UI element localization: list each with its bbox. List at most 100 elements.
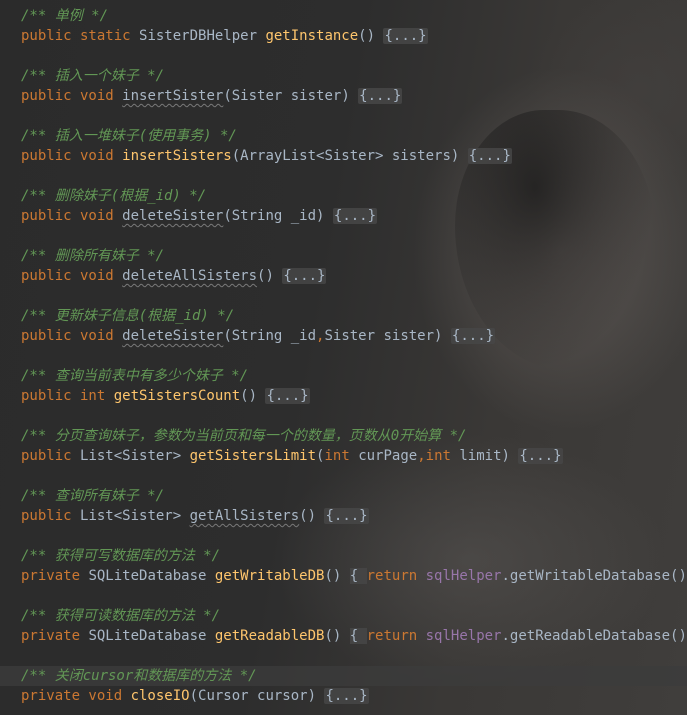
folded-block-toggle[interactable]: {...} (265, 388, 310, 404)
method-name: getSistersLimit (189, 448, 317, 464)
keyword-token: , (417, 448, 426, 464)
code-token: () (358, 28, 384, 44)
code-comment-line[interactable]: /** 关闭cursor和数据库的方法 */ (0, 666, 687, 686)
code-comment-line[interactable]: /** 更新妹子信息(根据_id) */ (0, 306, 687, 326)
field-token: sqlHelper (425, 568, 502, 584)
keyword-token: public (21, 448, 81, 464)
code-comment-line[interactable]: /** 插入一堆妹子(使用事务) */ (0, 126, 687, 146)
comment-text: /** 获得可写数据库的方法 */ (21, 548, 221, 564)
comment-text: /** 查询所有妹子 */ (21, 488, 165, 504)
folded-block-toggle[interactable]: {...} (450, 328, 496, 344)
comment-text: /** 获得可读数据库的方法 */ (21, 608, 221, 624)
comment-text: /** 分页查询妹子，参数为当前页和每一个的数量，页数从0开始算 */ (21, 428, 467, 444)
code-line[interactable]: public int getSistersCount() {...} (0, 386, 687, 406)
keyword-token: public void (21, 208, 123, 224)
keyword-token: public void (21, 328, 123, 344)
code-token: () (324, 628, 350, 644)
method-name: getSistersCount (113, 388, 241, 404)
code-line[interactable]: private void closeIO(Cursor cursor) {...… (0, 686, 687, 706)
code-token: Sister sister) (324, 328, 451, 344)
keyword-token: int (425, 448, 460, 464)
folded-block-toggle[interactable]: {...} (358, 88, 403, 104)
code-token: (Sister sister) (223, 88, 359, 104)
method-name: deleteAllSisters (122, 268, 258, 284)
code-comment-line[interactable]: /** 查询所有妹子 */ (0, 486, 687, 506)
comment-text: /** 关闭cursor和数据库的方法 */ (21, 668, 257, 684)
code-line[interactable]: public void deleteSister(String _id) {..… (0, 206, 687, 226)
comment-text: /** 单例 */ (21, 8, 109, 24)
code-line[interactable]: public void deleteSister(String _id,Sist… (0, 326, 687, 346)
code-comment-line[interactable]: /** 查询当前表中有多少个妹子 */ (0, 366, 687, 386)
code-line[interactable]: private SQLiteDatabase getReadableDB() {… (0, 626, 687, 646)
comment-text: /** 更新妹子信息(根据_id) */ (21, 308, 235, 324)
code-token: (String _id (223, 328, 317, 344)
keyword-token: private (21, 628, 89, 644)
code-line[interactable]: public void insertSister(Sister sister) … (0, 86, 687, 106)
code-comment-line[interactable]: /** 分页查询妹子，参数为当前页和每一个的数量，页数从0开始算 */ (0, 426, 687, 446)
method-name: closeIO (130, 688, 190, 704)
keyword-token: public int (21, 388, 114, 404)
code-token: .getWritableDatabase() (501, 568, 687, 584)
code-line[interactable]: public void deleteAllSisters() {...} (0, 266, 687, 286)
code-token: SisterDBHelper (139, 28, 266, 44)
code-token: (String _id) (223, 208, 333, 224)
code-line[interactable]: public static SisterDBHelper getInstance… (0, 26, 687, 46)
method-name: getReadableDB (214, 628, 325, 644)
code-token: () (257, 268, 283, 284)
code-token: { (349, 628, 367, 644)
code-comment-line[interactable]: /** 插入一个妹子 */ (0, 66, 687, 86)
code-line[interactable]: public void insertSisters(ArrayList<Sist… (0, 146, 687, 166)
comment-text: /** 插入一个妹子 */ (21, 68, 165, 84)
folded-block-toggle[interactable]: {...} (518, 448, 563, 464)
method-name: deleteSister (122, 328, 224, 344)
code-token: { (349, 568, 367, 584)
code-token: .getReadableDatabase() (501, 628, 687, 644)
comment-text: /** 插入一堆妹子(使用事务) */ (21, 128, 237, 144)
comment-text: /** 查询当前表中有多少个妹子 */ (21, 368, 249, 384)
code-line[interactable]: private SQLiteDatabase getWritableDB() {… (0, 566, 687, 586)
keyword-token: int (324, 448, 359, 464)
keyword-token: return (366, 568, 426, 584)
code-line[interactable]: public List<Sister> getAllSisters() {...… (0, 506, 687, 526)
code-comment-line[interactable]: /** 获得可读数据库的方法 */ (0, 606, 687, 626)
code-comment-line[interactable]: /** 单例 */ (0, 6, 687, 26)
method-name: getInstance (265, 28, 359, 44)
folded-block-toggle[interactable]: {...} (332, 208, 378, 224)
code-token: () (240, 388, 266, 404)
keyword-token: public static (21, 28, 140, 44)
method-name: getAllSisters (189, 508, 300, 524)
code-token: () (324, 568, 350, 584)
folded-block-toggle[interactable]: {...} (383, 28, 428, 44)
keyword-token: private void (21, 688, 131, 704)
code-comment-line[interactable]: /** 删除妹子(根据_id) */ (0, 186, 687, 206)
method-name: getWritableDB (214, 568, 325, 584)
comment-text: /** 删除所有妹子 */ (21, 248, 165, 264)
code-token: List<Sister> (80, 448, 190, 464)
keyword-token: public (21, 508, 81, 524)
keyword-token: public void (21, 148, 123, 164)
code-token: () (299, 508, 325, 524)
code-token: curPage (358, 448, 418, 464)
field-token: sqlHelper (425, 628, 502, 644)
folded-block-toggle[interactable]: {...} (282, 268, 327, 284)
code-comment-line[interactable]: /** 获得可写数据库的方法 */ (0, 546, 687, 566)
keyword-token: public void (21, 88, 123, 104)
keyword-token: private (21, 568, 89, 584)
code-comment-line[interactable]: /** 删除所有妹子 */ (0, 246, 687, 266)
folded-block-toggle[interactable]: {...} (324, 508, 369, 524)
keyword-token: public void (21, 268, 123, 284)
folded-block-toggle[interactable]: {...} (324, 688, 369, 704)
code-token: List<Sister> (80, 508, 190, 524)
code-token: (Cursor cursor) (189, 688, 325, 704)
code-line[interactable]: public List<Sister> getSistersLimit(int … (0, 446, 687, 466)
method-name: insertSisters (122, 148, 232, 164)
method-name: deleteSister (122, 208, 224, 224)
code-token: SQLiteDatabase (88, 568, 215, 584)
method-name: insertSister (122, 88, 224, 104)
code-token: limit) (459, 448, 519, 464)
comment-text: /** 删除妹子(根据_id) */ (21, 188, 207, 204)
code-token: SQLiteDatabase (88, 628, 215, 644)
keyword-token: return (366, 628, 426, 644)
folded-block-toggle[interactable]: {...} (467, 148, 512, 164)
code-token: (ArrayList<Sister> sisters) (231, 148, 468, 164)
